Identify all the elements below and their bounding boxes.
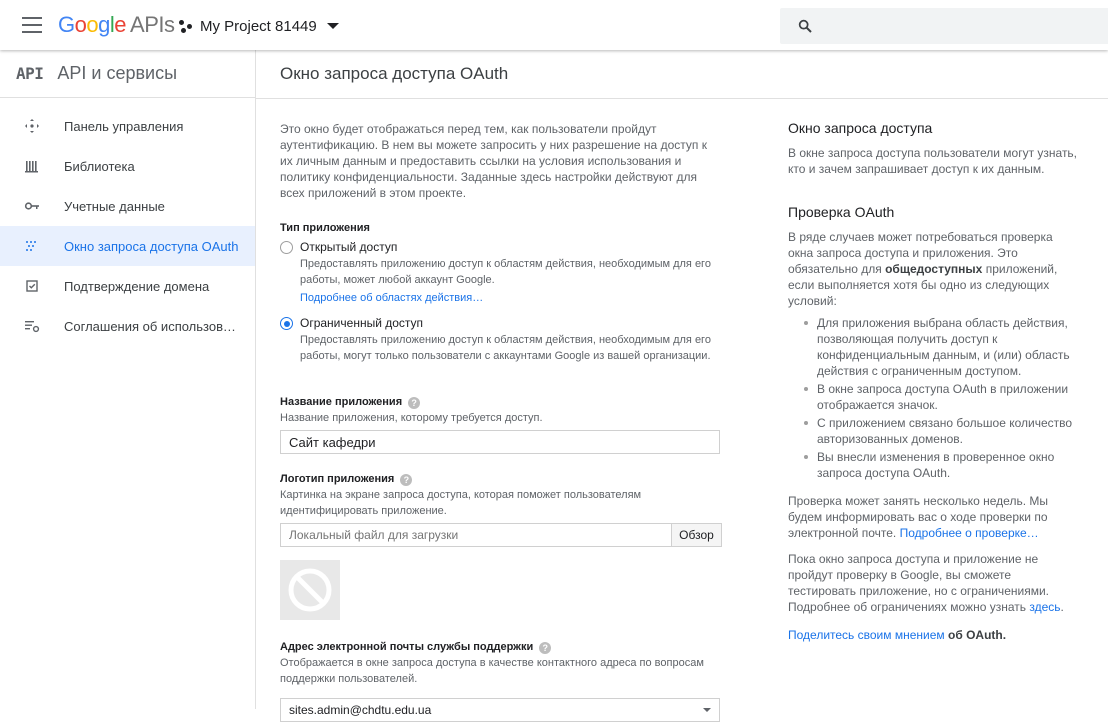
app-logo-hint: Картинка на экране запроса доступа, кото… [280,489,642,517]
dashboard-icon [25,119,39,133]
sidebar-item-domain-verification[interactable]: Подтверждение домена [0,266,255,306]
api-badge-icon: API [16,64,44,83]
sidebar-item-dashboard[interactable]: Панель управления [0,106,255,146]
list-item: В окне запроса доступа OAuth в приложени… [802,381,1078,413]
feedback-link[interactable]: Поделитесь своим мнением [788,628,945,642]
sidebar-item-label: Соглашения об использовании [64,318,240,334]
google-apis-logo[interactable]: Google APIs [58,12,175,38]
top-app-bar: Google APIs My Project 81449 [0,0,1108,50]
project-name: My Project 81449 [200,17,317,35]
app-type-internal-option[interactable]: Ограниченный доступ Предоставлять прилож… [280,316,720,364]
list-item: Вы внесли изменения в проверенное окно з… [802,449,1078,481]
public-title: Открытый доступ [300,240,398,254]
sidebar-item-label: Учетные данные [64,198,165,214]
settings-list-icon [25,321,40,333]
sidebar-item-oauth-consent[interactable]: Окно запроса доступа OAuth [0,226,255,266]
sidebar-item-label: Окно запроса доступа OAuth [64,238,239,254]
support-email-value: sites.admin@chdtu.edu.ua [289,703,432,717]
scopes-learn-more-link[interactable]: Подробнее об областях действия… [300,292,483,304]
app-type-label: Тип приложения [280,222,370,234]
sidebar-item-library[interactable]: Библиотека [0,146,255,186]
info-panel: Окно запроса доступа В окне запроса дост… [788,120,1078,643]
key-icon [24,202,39,210]
verification-learn-more-link[interactable]: Подробнее о проверке… [900,526,1039,540]
sidebar-item-label: Подтверждение домена [64,278,210,294]
search-bar[interactable] [780,8,1108,44]
page-title: Окно запроса доступа OAuth [280,64,509,83]
app-name-hint: Название приложения, которому требуется … [280,412,543,424]
sidebar-item-label: Панель управления [64,118,184,134]
info-verification-text: В ряде случаев может потребоваться прове… [788,230,1058,308]
menu-icon[interactable] [22,17,42,33]
app-logo-label: Логотип приложения [280,473,395,485]
app-type-public-option[interactable]: Открытый доступ Предоставлять приложению… [280,240,720,306]
feedback-text: Поделитесь своим мнением об OAuth. [788,628,1007,642]
info-heading-verification: Проверка OAuth [788,204,895,220]
support-email-label: Адрес электронной почты службы поддержки [280,641,534,653]
consent-form: Это окно будет отображаться перед тем, к… [280,121,722,722]
sidebar-item-credentials[interactable]: Учетные данные [0,186,255,226]
chevron-down-icon [326,23,339,29]
project-selector[interactable]: My Project 81449 [178,13,339,39]
intro-text: Это окно будет отображаться перед тем, к… [280,122,707,200]
help-icon[interactable]: ? [539,642,552,654]
internal-radio[interactable] [280,317,293,330]
app-name-label: Название приложения [280,396,403,408]
sidebar-header: API API и сервисы [0,50,255,98]
list-item: С приложением связано большое количество… [802,415,1078,447]
app-name-input[interactable] [280,430,720,454]
internal-title: Ограниченный доступ [300,316,424,330]
logo-upload-row: Обзор [280,523,722,547]
no-image-icon [288,568,332,612]
info-consent-text: В окне запроса доступа пользователи могу… [788,146,1078,176]
limits-here-link[interactable]: здесь [1029,600,1060,614]
library-icon [25,161,38,173]
sidebar: API API и сервисы Панель управления Библ… [0,50,256,709]
info-timing-text: Проверка может занять несколько недель. … [788,494,1048,540]
help-icon[interactable]: ? [408,397,421,409]
sidebar-item-agreements[interactable]: Соглашения об использовании [0,306,255,346]
internal-desc: Предоставлять приложению доступ к област… [300,334,711,362]
support-email-hint: Отображается в окне запроса доступа в ка… [280,657,704,685]
logo-preview [280,560,340,620]
info-heading-consent: Окно запроса доступа [788,120,933,136]
list-item: Для приложения выбрана область действия,… [802,315,1078,379]
support-email-select[interactable]: sites.admin@chdtu.edu.ua [280,698,720,722]
public-radio[interactable] [280,241,293,254]
public-desc: Предоставлять приложению доступ к област… [300,258,711,286]
search-icon [798,19,812,33]
help-icon[interactable]: ? [400,474,413,486]
sidebar-title[interactable]: API и сервисы [57,63,177,84]
logo-file-input[interactable] [280,523,672,547]
verification-conditions: Для приложения выбрана область действия,… [788,315,1078,481]
page-header: Окно запроса доступа OAuth [256,50,1108,99]
project-icon [178,18,194,34]
info-limits-text: Пока окно запроса доступа и приложение н… [788,552,1064,614]
sidebar-item-label: Библиотека [64,158,135,174]
domain-check-icon [26,280,38,292]
logo-suffix: APIs [130,12,175,37]
browse-button[interactable]: Обзор [672,523,722,547]
consent-icon [26,241,36,251]
